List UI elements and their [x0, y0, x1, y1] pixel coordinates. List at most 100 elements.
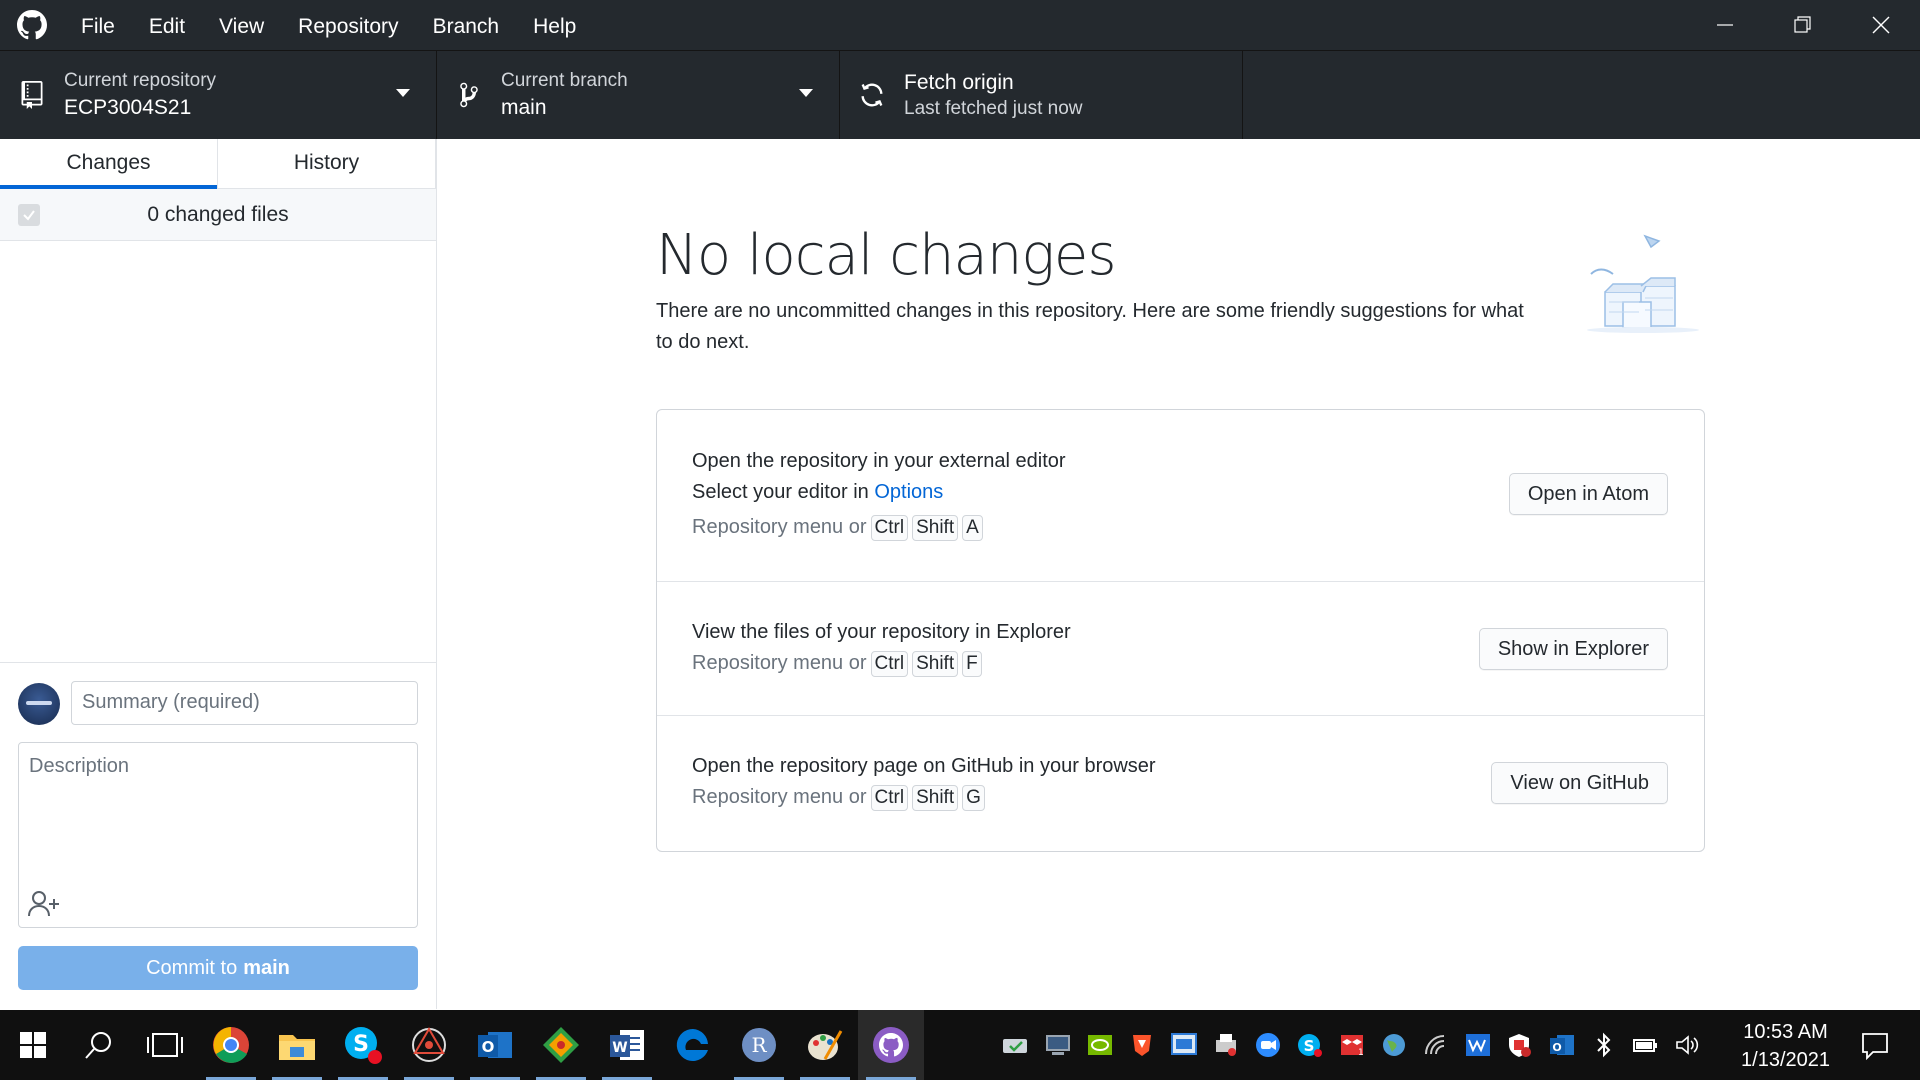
tray-brave[interactable] [1121, 1010, 1163, 1080]
menu-repository[interactable]: Repository [281, 0, 415, 50]
battery-icon [1633, 1039, 1657, 1052]
description-placeholder: Description [29, 755, 130, 777]
windows-icon [20, 1032, 46, 1058]
key-shift: Shift [912, 784, 959, 811]
menu-edit[interactable]: Edit [132, 0, 202, 50]
github-logo-icon [0, 0, 64, 50]
cloud-check-icon [1003, 1039, 1027, 1053]
taskbar-paint[interactable] [792, 1010, 858, 1080]
menu-branch[interactable]: Branch [416, 0, 517, 50]
person-add-icon [28, 891, 59, 917]
branch-icon [437, 81, 501, 109]
changed-files-header: 0 changed files [0, 189, 436, 241]
description-input[interactable]: Description [18, 742, 418, 928]
close-button[interactable] [1842, 0, 1920, 50]
tray-volume[interactable] [1667, 1010, 1709, 1080]
key-a: A [962, 514, 983, 541]
task-view-icon [147, 1033, 183, 1057]
volume-icon [1676, 1035, 1699, 1055]
svg-text:S: S [1304, 1037, 1315, 1055]
menu-view[interactable]: View [202, 0, 281, 50]
taskbar-skype[interactable]: S [330, 1010, 396, 1080]
show-in-explorer-button[interactable]: Show in Explorer [1478, 628, 1668, 670]
select-all-checkbox[interactable] [18, 204, 40, 226]
key-ctrl: Ctrl [870, 784, 909, 811]
tray-outlook[interactable]: O [1541, 1010, 1583, 1080]
sidebar: Changes History 0 changed files Summary … [0, 139, 437, 1009]
menu-help[interactable]: Help [516, 0, 593, 50]
fetch-origin-button[interactable]: Fetch origin Last fetched just now [840, 51, 1243, 139]
taskbar-word[interactable]: W [594, 1010, 660, 1080]
git-tool-icon [543, 1027, 579, 1063]
key-ctrl: Ctrl [870, 514, 909, 541]
start-button[interactable] [0, 1010, 66, 1080]
taskbar-chrome[interactable] [198, 1010, 264, 1080]
nvidia-icon [1088, 1035, 1112, 1055]
tray-battery[interactable] [1625, 1010, 1667, 1080]
tab-history[interactable]: History [218, 139, 436, 188]
word-icon: W [610, 1030, 644, 1060]
tray-zoom[interactable] [1247, 1010, 1289, 1080]
taskbar-edge[interactable] [660, 1010, 726, 1080]
key-g: G [962, 784, 985, 811]
suggestion-title: View the files of your repository in Exp… [692, 621, 1071, 643]
window-app-icon [1171, 1033, 1197, 1055]
tray-app-5[interactable] [1457, 1010, 1499, 1080]
taskbar-app-network[interactable] [396, 1010, 462, 1080]
tray-nvidia[interactable] [1079, 1010, 1121, 1080]
tray-app-4[interactable] [1205, 1010, 1247, 1080]
tray-app-2[interactable] [1037, 1010, 1079, 1080]
sidebar-tabs: Changes History [0, 139, 436, 189]
taskbar-file-explorer[interactable] [264, 1010, 330, 1080]
folder-icon [279, 1035, 315, 1060]
minimize-button[interactable] [1686, 0, 1764, 50]
chevron-down-icon [396, 89, 410, 97]
tray-bluetooth[interactable] [1583, 1010, 1625, 1080]
add-coauthor-button[interactable] [27, 889, 61, 919]
suggestion-open-editor: Open the repository in your external edi… [657, 410, 1704, 582]
taskbar-outlook[interactable]: O [462, 1010, 528, 1080]
taskbar-git-tool[interactable] [528, 1010, 594, 1080]
suggestion-subtext: Select your editor in [692, 481, 869, 503]
current-branch-dropdown[interactable]: Current branch main [437, 51, 840, 139]
open-in-atom-button[interactable]: Open in Atom [1508, 473, 1668, 515]
current-repository-dropdown[interactable]: Current repository ECP3004S21 [0, 51, 437, 139]
tray-dropbox[interactable]: 1 [1331, 1010, 1373, 1080]
view-on-github-button[interactable]: View on GitHub [1491, 762, 1668, 804]
clock-time: 10:53 AM [1743, 1021, 1828, 1043]
tab-changes[interactable]: Changes [0, 139, 218, 189]
tray-globe[interactable] [1373, 1010, 1415, 1080]
suggestion-show-explorer: View the files of your repository in Exp… [657, 582, 1704, 716]
page-title: No local changes [656, 223, 1117, 288]
notifications-button[interactable] [1860, 1030, 1890, 1061]
taskbar-github-desktop[interactable] [858, 1010, 924, 1080]
commit-button[interactable]: Commit to main [18, 946, 418, 990]
waves-app-icon [1466, 1034, 1490, 1056]
commit-branch: main [243, 956, 290, 979]
task-view-button[interactable] [132, 1010, 198, 1080]
edge-icon [676, 1028, 708, 1061]
tray-app-3[interactable] [1163, 1010, 1205, 1080]
menu-hint: Repository menu or [692, 652, 867, 674]
taskbar-r[interactable]: R [726, 1010, 792, 1080]
key-ctrl: Ctrl [870, 650, 909, 677]
repository-name: ECP3004S21 [64, 96, 192, 119]
tray-wifi[interactable] [1415, 1010, 1457, 1080]
restore-button[interactable] [1764, 0, 1842, 50]
tray-skype[interactable]: S [1289, 1010, 1331, 1080]
minimize-icon [1717, 24, 1733, 26]
system-clock[interactable]: 10:53 AM 1/13/2021 [1741, 1018, 1830, 1074]
system-tray: S 1 O [995, 1010, 1709, 1080]
tray-security[interactable] [1499, 1010, 1541, 1080]
summary-input[interactable]: Summary (required) [71, 681, 418, 725]
search-button[interactable] [66, 1010, 132, 1080]
tray-app-1[interactable] [995, 1010, 1037, 1080]
menu-file[interactable]: File [64, 0, 132, 50]
shield-icon [1509, 1034, 1531, 1057]
options-link[interactable]: Options [874, 481, 943, 503]
printer-icon [1216, 1034, 1236, 1056]
suggestion-title: Open the repository page on GitHub in yo… [692, 755, 1156, 777]
commit-label: Commit to [146, 956, 238, 979]
menu-bar: File Edit View Repository Branch Help [64, 0, 593, 50]
svg-text:R: R [751, 1033, 767, 1057]
